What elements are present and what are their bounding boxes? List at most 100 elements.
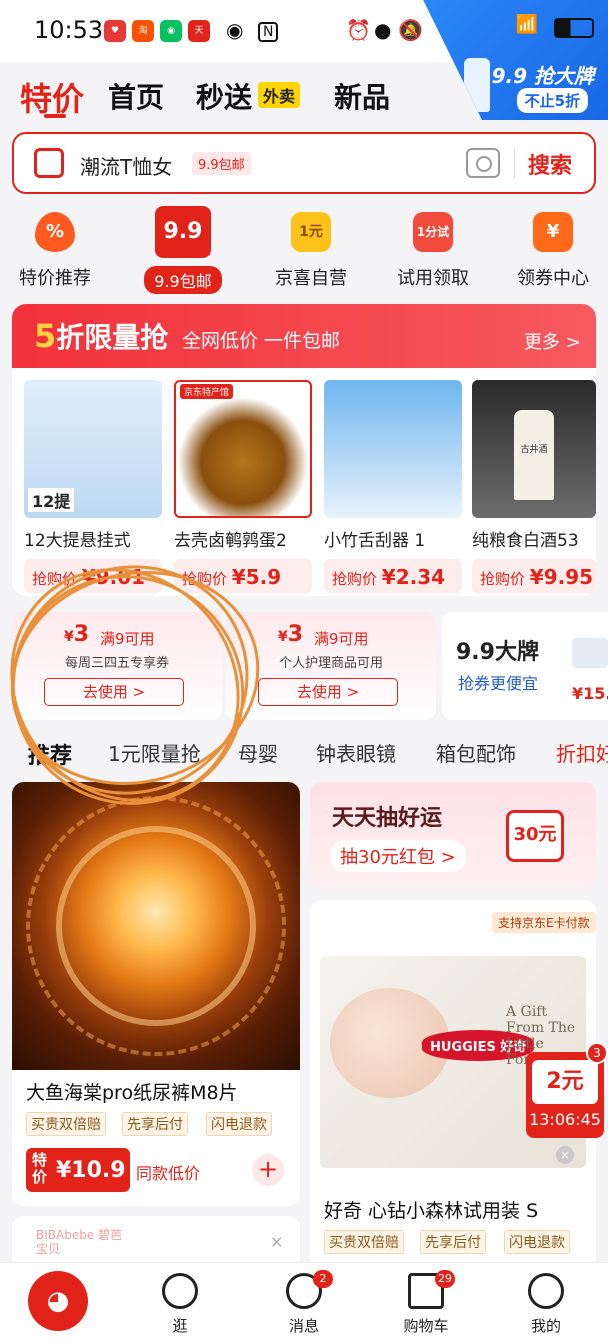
- brand-99-subtitle: 抢券更便宜: [458, 674, 539, 693]
- category-label: 试用领取: [397, 268, 469, 289]
- eye-icon: ◉: [226, 18, 244, 42]
- category-shiyong[interactable]: 1分试 试用领取: [378, 212, 488, 290]
- product-image: 京东特产馆: [174, 380, 312, 518]
- price-label: 抢购价: [32, 570, 78, 588]
- category-tejia-tuijian[interactable]: % 特价推荐: [0, 212, 110, 290]
- cart-badge: 29: [435, 1270, 455, 1288]
- strip-tab-watches[interactable]: 钟表眼镜: [316, 738, 396, 767]
- flash-product-2[interactable]: 京东特产馆 去壳卤鹌鹑蛋2 抢购价 ¥5.9: [174, 380, 312, 593]
- coupon-condition: 满9可用: [100, 630, 155, 648]
- coupon-icon: ¥: [533, 212, 573, 252]
- search-bar[interactable]: 潮流T恤女 9.9包邮 搜索: [12, 132, 596, 194]
- tab-home[interactable]: 首页: [108, 76, 164, 116]
- same-price-label: 同款低价: [136, 1164, 201, 1183]
- wifi-icon: 📶: [515, 14, 538, 35]
- status-time: 10:53: [34, 16, 104, 44]
- flash-product-4[interactable]: 古井酒 纯粮食白酒53 抢购价 ¥9.95: [472, 380, 596, 593]
- tab-new[interactable]: 新品: [334, 76, 390, 116]
- tag-fast-refund: 闪电退款: [504, 1230, 570, 1254]
- tab-miaosong[interactable]: 秒送: [196, 76, 252, 116]
- nav-me[interactable]: 我的: [506, 1273, 586, 1336]
- mute-icon: 🔕: [398, 18, 423, 42]
- coupon-amount-value: 3: [287, 622, 304, 647]
- strip-tab-muying[interactable]: 母婴: [238, 738, 278, 767]
- strip-tab-recommend[interactable]: 推荐: [28, 738, 72, 770]
- search-input[interactable]: 潮流T恤女: [80, 151, 172, 180]
- gift-99-icon: 9.9: [155, 206, 211, 258]
- coupon-amount-value: 3: [73, 622, 90, 647]
- price-label: 抢购价: [182, 570, 228, 588]
- floating-coupon[interactable]: 2元 13:06:45 3: [526, 1042, 608, 1138]
- category-99-baoyou[interactable]: 9.9 9.9包邮: [128, 206, 238, 294]
- alarm-icon: ⏰: [346, 18, 371, 42]
- product-name: 小竹舌刮器 1: [324, 531, 426, 551]
- brand-99-card[interactable]: 9.9大牌 抢券更便宜 ¥15.: [442, 612, 608, 720]
- nav-messages[interactable]: 2 消息: [264, 1270, 344, 1336]
- product-image: [324, 380, 462, 518]
- brand-99-price: ¥15.: [572, 684, 608, 703]
- nav-label: 我的: [530, 1317, 561, 1335]
- jd-home-mascot-icon[interactable]: ◕: [28, 1271, 88, 1331]
- lucky-button[interactable]: 抽30元红包 >: [330, 840, 466, 872]
- promo-subtitle: 不止5折: [516, 88, 588, 113]
- lucky-draw-card[interactable]: 天天抽好运 抽30元红包 > 30元: [310, 782, 596, 888]
- flash-sale-title: 5折限量抢: [34, 316, 168, 356]
- coupon-amount: ¥3: [64, 622, 90, 647]
- price-value: ¥9.95: [529, 565, 594, 589]
- active-tab-indicator: [44, 114, 66, 118]
- taobao-app-icon: 淘: [132, 20, 154, 42]
- camera-icon[interactable]: [466, 148, 500, 178]
- guang-icon: [162, 1273, 198, 1309]
- product-name: 好奇 心钻小森林试用装 S: [324, 1200, 539, 1222]
- promo-title: 9.9 抢大牌: [491, 64, 594, 88]
- category-label: 京喜自营: [275, 268, 347, 289]
- nav-cart[interactable]: 29 购物车: [386, 1270, 466, 1336]
- strip-tab-1yuan[interactable]: 1元限量抢: [108, 738, 201, 767]
- flash-product-3[interactable]: 小竹舌刮器 1 抢购价 ¥2.34: [324, 380, 462, 593]
- flash-product-1[interactable]: 12提 12大提悬挂式 抢购价 ¥9.01: [24, 380, 162, 593]
- price-value: ¥10.9: [56, 1158, 126, 1183]
- trial-icon: 1分试: [413, 212, 453, 252]
- close-icon[interactable]: ×: [556, 1146, 574, 1164]
- waimai-badge: 外卖: [258, 82, 301, 108]
- fire-percent-icon: %: [35, 212, 75, 252]
- flash-sale-number: 5: [34, 317, 57, 355]
- feed-card-diaper[interactable]: 大鱼海棠pro纸尿裤M8片 买贵双倍赔 先享后付 闪电退款 特价 ¥10.9 同…: [12, 782, 300, 1206]
- tag-double-compensation: 买贵双倍赔: [324, 1230, 404, 1254]
- product-name: 纯粮食白酒53: [472, 531, 579, 551]
- huawei-app-icon: ♥: [104, 20, 126, 42]
- category-coupon-center[interactable]: ¥ 领券中心: [498, 212, 608, 290]
- add-to-cart-button[interactable]: +: [252, 1154, 284, 1186]
- product-image: 12提: [24, 380, 162, 518]
- floating-coupon-amount: 2元: [532, 1060, 598, 1104]
- nav-guang[interactable]: 逛: [140, 1273, 220, 1336]
- search-button[interactable]: 搜索: [528, 148, 572, 180]
- ecard-badge: 支持京东E卡付款: [492, 912, 596, 933]
- brand-99-title: 9.9大牌: [456, 640, 539, 665]
- battery-icon: [554, 18, 594, 38]
- strip-tab-discount[interactable]: 折扣好: [556, 738, 608, 767]
- category-label: 9.9包邮: [144, 266, 222, 294]
- nav-label: 消息: [288, 1317, 319, 1335]
- product-price: 抢购价 ¥5.9: [174, 559, 312, 593]
- red-packet-card: 30元: [506, 810, 564, 862]
- coupon-desc: 个人护理商品可用: [278, 656, 383, 671]
- one-yuan-icon: 1元: [291, 212, 331, 252]
- close-icon[interactable]: ×: [270, 1232, 283, 1251]
- tag-fast-refund: 闪电退款: [206, 1112, 272, 1136]
- tag-pay-later: 先享后付: [122, 1112, 188, 1136]
- category-jingxi[interactable]: 1元 京喜自营: [256, 212, 366, 290]
- product-price: 抢购价 ¥9.01: [24, 559, 162, 593]
- tag-double-compensation: 买贵双倍赔: [26, 1112, 106, 1136]
- scan-icon[interactable]: [34, 148, 64, 178]
- price-value: ¥2.34: [381, 565, 446, 589]
- nav-label: 购物车: [403, 1317, 449, 1335]
- coupon-use-button[interactable]: 去使用 >: [44, 678, 184, 706]
- message-icon: 2: [286, 1270, 333, 1309]
- coupon-use-button[interactable]: 去使用 >: [258, 678, 398, 706]
- product-price: 抢购价 ¥2.34: [324, 559, 462, 593]
- flash-sale-more-link[interactable]: 更多 >: [524, 328, 581, 354]
- strip-tab-bags[interactable]: 箱包配饰: [436, 738, 516, 767]
- price-label: 抢购价: [480, 570, 526, 588]
- floating-coupon-countdown: 13:06:45: [529, 1110, 601, 1129]
